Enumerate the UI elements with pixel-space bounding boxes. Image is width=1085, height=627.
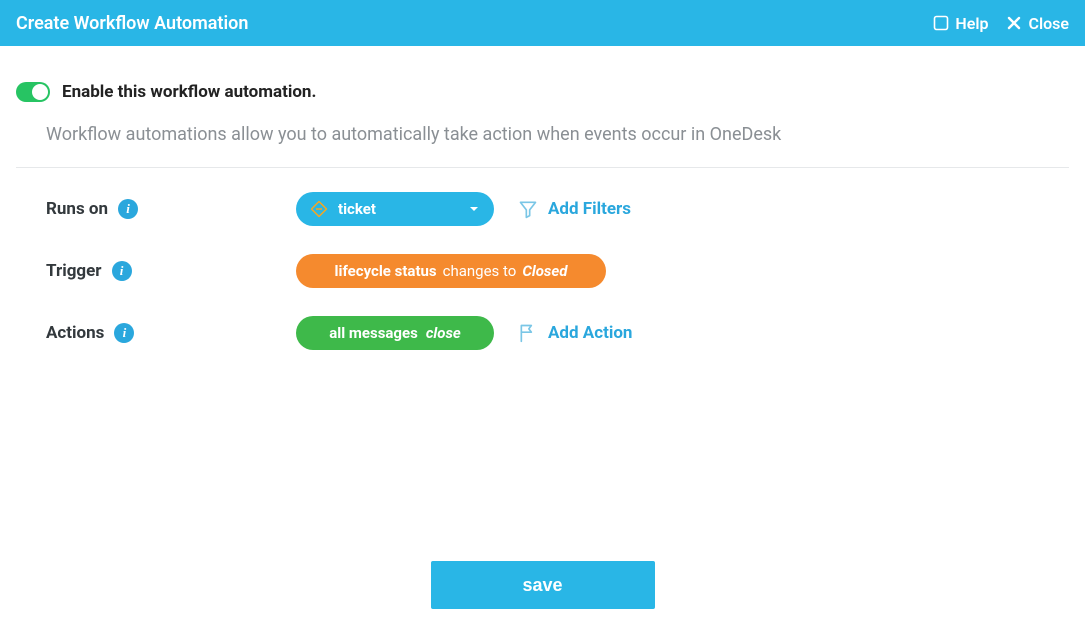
actions-row: Actions i all messages close Add Action bbox=[46, 316, 1069, 350]
add-filters-label: Add Filters bbox=[548, 199, 631, 219]
runs-on-value: ticket bbox=[338, 200, 376, 218]
trigger-verb: changes to bbox=[443, 262, 517, 280]
trigger-label: Trigger bbox=[46, 261, 102, 281]
runs-on-select[interactable]: ticket bbox=[296, 192, 494, 226]
trigger-pill[interactable]: lifecycle status changes to Closed bbox=[296, 254, 606, 288]
runs-on-label: Runs on bbox=[46, 199, 108, 219]
enable-row: Enable this workflow automation. bbox=[16, 74, 1069, 108]
add-filters-button[interactable]: Add Filters bbox=[518, 199, 631, 219]
flag-icon bbox=[518, 323, 538, 343]
runs-on-row: Runs on i ticket Add Filters bbox=[46, 192, 1069, 226]
info-icon[interactable]: i bbox=[112, 261, 132, 281]
info-icon[interactable]: i bbox=[114, 323, 134, 343]
description-text: Workflow automations allow you to automa… bbox=[16, 108, 1069, 167]
info-icon[interactable]: i bbox=[118, 199, 138, 219]
page-title: Create Workflow Automation bbox=[16, 13, 248, 34]
close-button[interactable]: Close bbox=[1006, 14, 1069, 33]
actions-label: Actions bbox=[46, 323, 104, 343]
close-label: Close bbox=[1028, 14, 1069, 33]
chevron-down-icon bbox=[468, 203, 480, 215]
add-action-label: Add Action bbox=[548, 323, 632, 343]
help-button[interactable]: Help bbox=[933, 14, 988, 33]
trigger-row: Trigger i lifecycle status changes to Cl… bbox=[46, 254, 1069, 288]
add-action-button[interactable]: Add Action bbox=[518, 323, 632, 343]
enable-label: Enable this workflow automation. bbox=[62, 82, 316, 102]
action-target: all messages bbox=[329, 324, 418, 342]
help-label: Help bbox=[955, 14, 988, 33]
enable-toggle[interactable] bbox=[16, 82, 50, 102]
action-op: close bbox=[426, 324, 461, 342]
ticket-icon bbox=[310, 200, 328, 218]
trigger-field: lifecycle status bbox=[335, 262, 437, 280]
filter-icon bbox=[518, 199, 538, 219]
trigger-value: Closed bbox=[522, 262, 567, 280]
help-square-icon bbox=[933, 15, 949, 31]
save-button[interactable]: save bbox=[431, 561, 655, 609]
close-icon bbox=[1006, 15, 1022, 31]
action-pill[interactable]: all messages close bbox=[296, 316, 494, 350]
titlebar: Create Workflow Automation Help Close bbox=[0, 0, 1085, 46]
